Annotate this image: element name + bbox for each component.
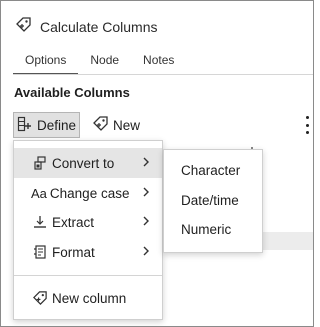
change-case-icon: Aa [31,185,47,201]
convert-icon [31,156,49,170]
define-menu: Convert to Aa Change case Extract Format… [13,140,163,320]
panel-title: Calculate Columns [40,19,158,35]
menu-item-new-column[interactable]: New column [14,283,162,313]
tab-notes[interactable]: Notes [131,47,186,75]
menu-item-label: Extract [52,214,95,230]
calculate-columns-panel: Calculate Columns Options Node Notes Ava… [0,0,314,327]
new-column-icon [92,115,109,135]
menu-item-label: New column [52,290,127,306]
menu-item-convert-to[interactable]: Convert to [14,148,162,178]
new-column-icon [31,290,49,306]
submenu-item-character[interactable]: Character [181,161,240,181]
define-label: Define [37,117,77,133]
tab-options[interactable]: Options [13,47,79,75]
panel-header: Calculate Columns [15,17,158,37]
tab-node[interactable]: Node [78,47,131,75]
format-icon [31,245,49,259]
tab-divider [13,74,313,75]
chevron-right-icon [142,156,150,171]
menu-item-extract[interactable]: Extract [14,207,162,237]
menu-item-label: Change case [49,185,130,201]
menu-item-label: Convert to [52,155,115,171]
new-button[interactable]: New [88,112,144,138]
menu-item-label: Format [52,244,95,260]
menu-separator [14,275,162,276]
convert-to-submenu: Character Date/time Numeric [163,149,263,253]
menu-item-format[interactable]: Format [14,237,162,267]
submenu-item-numeric[interactable]: Numeric [181,220,231,240]
chevron-right-icon [142,186,150,201]
tab-bar: Options Node Notes [13,47,313,75]
chevron-right-icon [142,245,150,260]
new-label: New [113,117,141,133]
submenu-item-date-time[interactable]: Date/time [181,191,239,211]
menu-item-change-case[interactable]: Aa Change case [14,178,162,208]
calculate-icon [15,16,32,38]
chevron-right-icon [142,215,150,230]
columns-toolbar: Define New [13,111,144,139]
define-button[interactable]: Define [13,112,81,138]
extract-icon [31,215,49,229]
available-columns-heading: Available Columns [14,85,130,100]
define-icon [17,116,33,135]
more-options-icon[interactable] [304,116,310,134]
